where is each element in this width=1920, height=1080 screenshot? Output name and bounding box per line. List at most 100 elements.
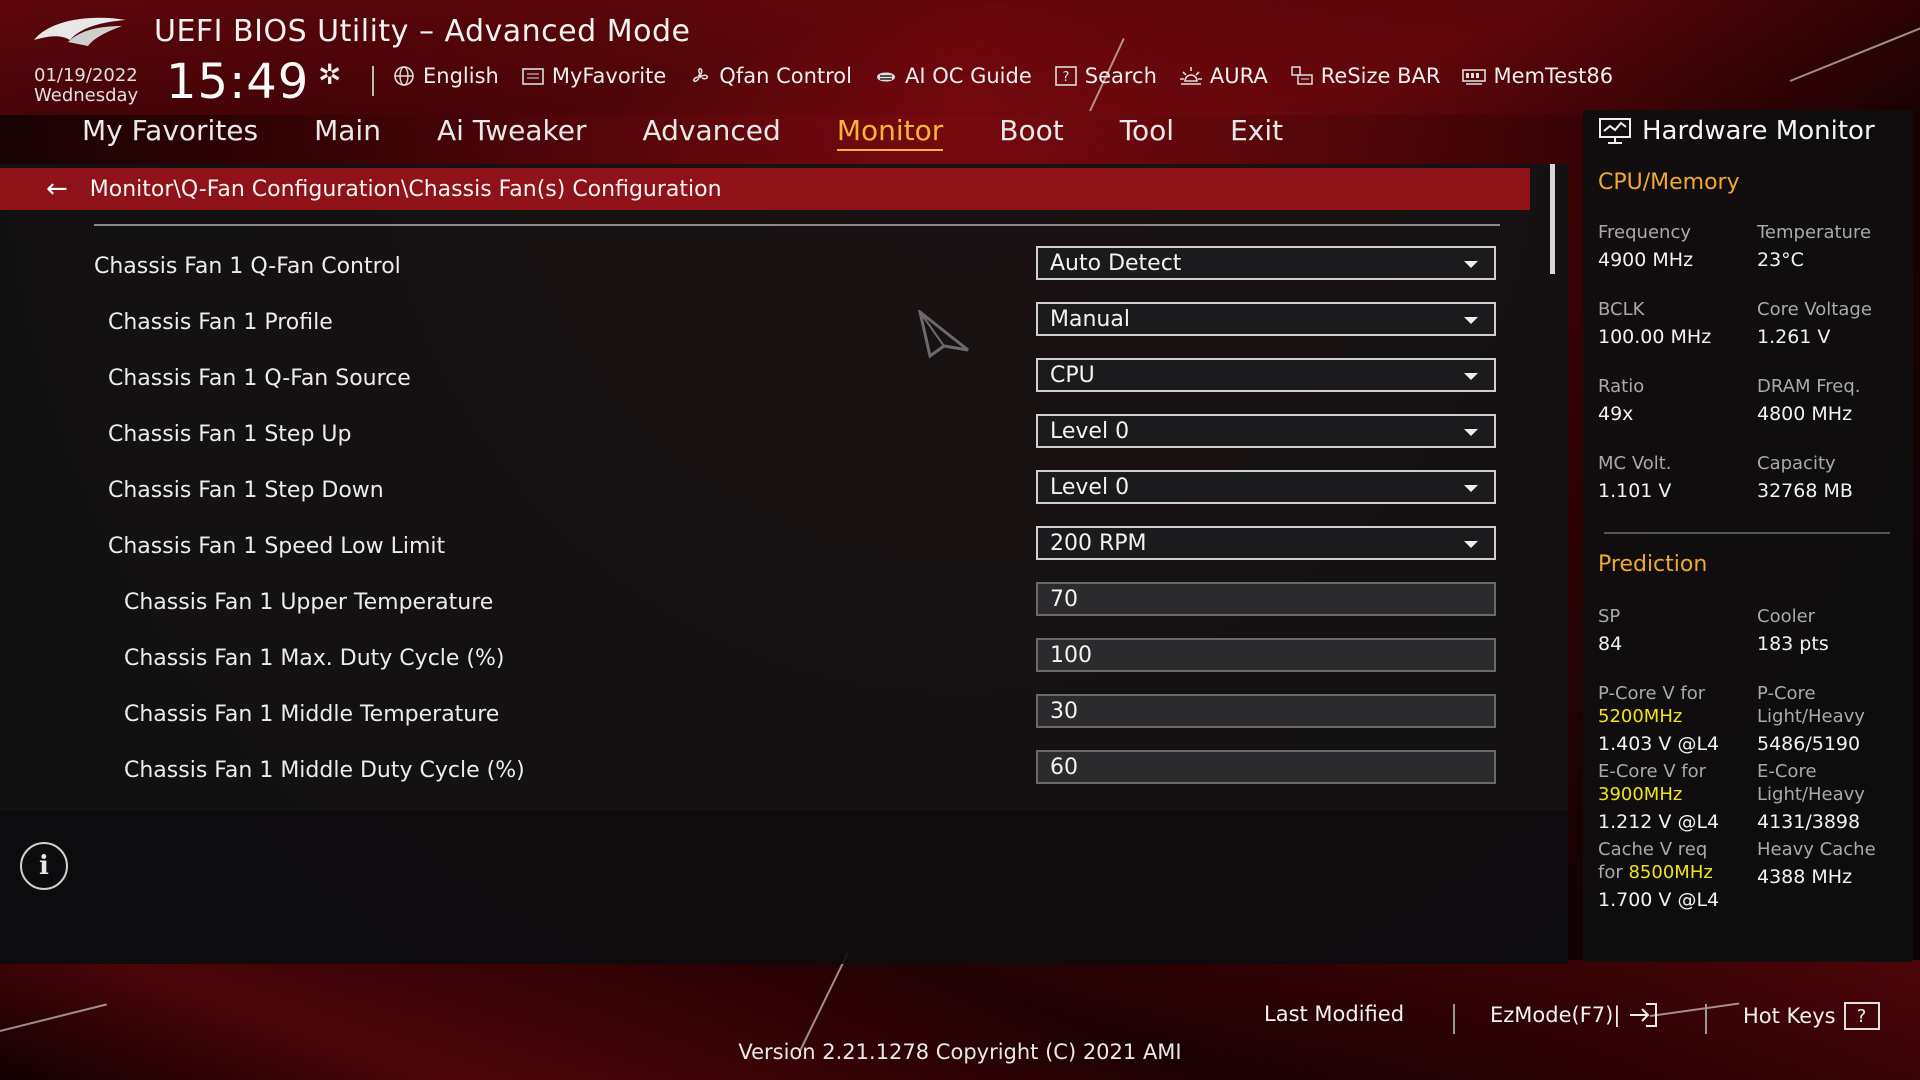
ecore-lh-value: 4131/3898 [1757,811,1861,833]
pcore-v-value: 1.403 V @L4 [1598,733,1720,755]
clock: 15:49 [166,54,310,110]
decor-line [1789,23,1920,82]
app-title: UEFI BIOS Utility – Advanced Mode [154,14,691,49]
toolbar-label: MyFavorite [551,64,667,88]
toolbar-label: ReSize BAR [1320,64,1441,88]
cache-v-text2: for [1598,862,1623,883]
toolbar-label: Search [1084,64,1157,88]
tab-my-favorites[interactable]: My Favorites [82,114,258,151]
profile-select[interactable]: Manual [1036,302,1496,336]
breadcrumb-path: Monitor\Q-Fan Configuration\Chassis Fan(… [89,176,722,202]
back-arrow-icon[interactable]: ← [46,174,68,204]
speed-low-limit-select[interactable]: 200 RPM [1036,526,1496,560]
globe-icon [394,66,414,86]
ezmode-button[interactable]: EzMode(F7)| [1490,1002,1658,1028]
cache-v-value: 1.700 V @L4 [1598,889,1720,911]
setting-row: Chassis Fan 1 Q-Fan Control Auto Detect [0,246,1500,292]
max-duty-cycle-input[interactable]: 100 [1036,638,1496,672]
cooler-value: 183 pts [1757,633,1829,655]
last-modified-button[interactable]: Last Modified [1264,1002,1404,1026]
scrollbar[interactable] [1550,164,1555,274]
core-voltage-value: 1.261 V [1757,326,1831,348]
bclk-label: BCLK [1598,299,1645,320]
toolbar-search[interactable]: ? Search [1054,64,1157,88]
setting-row: Chassis Fan 1 Q-Fan Source CPU [0,358,1500,404]
setting-label: Chassis Fan 1 Q-Fan Control [94,254,401,279]
setting-row: Chassis Fan 1 Profile Manual [0,302,1500,348]
frequency-value: 4900 MHz [1598,249,1694,271]
pcore-v-text: P-Core V for [1598,683,1706,704]
upper-temperature-input[interactable]: 70 [1036,582,1496,616]
hardware-monitor-title: Hardware Monitor [1598,116,1875,146]
toolbar-memtest86[interactable]: MemTest86 [1462,64,1613,88]
select-value: Level 0 [1050,474,1130,500]
setting-row: Chassis Fan 1 Upper Temperature 70 [0,582,1500,628]
footer-separator [1453,1004,1455,1034]
setting-label: Chassis Fan 1 Middle Duty Cycle (%) [124,758,525,783]
middle-temperature-input[interactable]: 30 [1036,694,1496,728]
tab-ai-tweaker[interactable]: Ai Tweaker [437,114,587,151]
middle-duty-cycle-input[interactable]: 60 [1036,750,1496,784]
toolbar-qfan-control[interactable]: Qfan Control [688,64,852,88]
setting-row: Chassis Fan 1 Max. Duty Cycle (%) 100 [0,638,1500,684]
ecore-lh-text1: E-Core [1757,761,1817,782]
hw-divider [1604,532,1890,534]
setting-label: Chassis Fan 1 Upper Temperature [124,590,494,615]
tab-exit[interactable]: Exit [1230,114,1283,151]
toolbar-myfavorite[interactable]: MyFavorite [521,64,666,88]
prediction-title: Prediction [1598,552,1708,577]
pcore-lh-text1: P-Core [1757,683,1816,704]
tab-boot[interactable]: Boot [999,114,1063,151]
help-icon: ? [1843,1002,1880,1030]
select-value: Manual [1050,306,1130,332]
ratio-label: Ratio [1598,376,1645,397]
ecore-v-value: 1.212 V @L4 [1598,811,1720,833]
tab-advanced[interactable]: Advanced [643,114,781,151]
frequency-label: Frequency [1598,222,1691,243]
gear-icon[interactable]: ✲ [318,58,341,91]
aura-icon [1179,67,1202,85]
hotkeys-button[interactable]: Hot Keys ? [1743,1002,1880,1030]
ecore-v-label: E-Core V for 3900MHz [1598,760,1706,806]
version-text: Version 2.21.1278 Copyright (C) 2021 AMI [738,1040,1182,1064]
qfan-control-select[interactable]: Auto Detect [1036,246,1496,280]
mc-volt-label: MC Volt. [1598,453,1672,474]
tab-main[interactable]: Main [314,114,381,151]
decor-line [0,1003,107,1032]
dropdown-arrow-icon [1464,317,1478,324]
cache-v-freq: 8500MHz [1628,862,1713,883]
dropdown-arrow-icon [1464,485,1478,492]
cooler-label: Cooler [1757,606,1816,627]
step-down-select[interactable]: Level 0 [1036,470,1496,504]
select-value: Level 0 [1050,418,1130,444]
pcore-v-label: P-Core V for 5200MHz [1598,682,1705,728]
toolbar-ai-oc-guide[interactable]: AI OC Guide [874,64,1032,88]
ecore-lh-label: E-Core Light/Heavy [1757,760,1865,806]
decor-line [1649,1002,1740,1017]
toolbar-label: AURA [1209,64,1268,88]
setting-row: Chassis Fan 1 Middle Temperature 30 [0,694,1500,740]
toolbar-english[interactable]: English [392,64,499,88]
resize-bar-icon [1291,66,1313,85]
decor-line [799,951,850,1052]
step-up-select[interactable]: Level 0 [1036,414,1496,448]
monitor-icon [1599,118,1631,144]
tab-tool[interactable]: Tool [1120,114,1174,151]
mouse-cursor-icon [918,310,969,358]
setting-label: Chassis Fan 1 Step Down [108,478,384,503]
qfan-source-select[interactable]: CPU [1036,358,1496,392]
setting-label: Chassis Fan 1 Speed Low Limit [108,534,446,559]
setting-label: Chassis Fan 1 Q-Fan Source [108,366,411,391]
dram-freq-value: 4800 MHz [1757,403,1853,425]
capacity-label: Capacity [1757,453,1836,474]
toolbar-resize-bar[interactable]: ReSize BAR [1290,64,1441,88]
breadcrumb: ← Monitor\Q-Fan Configuration\Chassis Fa… [0,168,1530,210]
toolbar-aura[interactable]: AURA [1179,64,1268,88]
tab-monitor[interactable]: Monitor [836,114,944,151]
setting-label: Chassis Fan 1 Step Up [108,422,352,447]
pcore-lh-value: 5486/5190 [1757,733,1861,755]
cpu-memory-title: CPU/Memory [1598,170,1740,195]
divider [94,224,1500,226]
exit-arrow-icon [1630,1003,1658,1027]
pcore-lh-text2: Light/Heavy [1757,706,1865,727]
